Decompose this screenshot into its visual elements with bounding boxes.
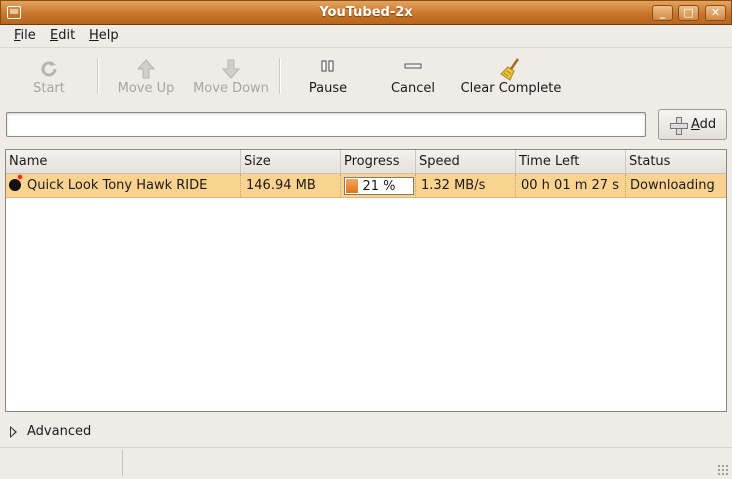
list-header: Name Size Progress Speed Time Left Statu… — [6, 150, 726, 174]
menu-help-rest: elp — [98, 28, 119, 43]
plus-icon — [670, 117, 688, 135]
progress-text: 21 % — [362, 179, 396, 194]
start-label: Start — [33, 81, 65, 96]
cell-size: 146.94 MB — [241, 174, 341, 198]
download-name: Quick Look Tony Hawk RIDE — [27, 178, 208, 193]
menu-edit[interactable]: Edit — [50, 28, 75, 43]
move-up-button[interactable]: Move Up — [112, 48, 180, 102]
move-down-button[interactable]: Move Down — [192, 48, 270, 102]
start-button[interactable]: Start — [22, 48, 76, 102]
toolbar-separator — [97, 58, 99, 94]
pause-icon — [321, 60, 334, 72]
arrow-down-icon — [221, 59, 241, 79]
cell-progress: 21 % — [341, 174, 416, 198]
clear-complete-label: Clear Complete — [460, 81, 562, 96]
arrow-up-icon — [136, 59, 156, 79]
toolbar: Start Move Up Move Down Pause Cancel Cle… — [0, 48, 732, 104]
window-title: YouTubed-2x — [319, 5, 413, 20]
menu-edit-mnemonic: E — [50, 28, 59, 43]
cell-time-left: 00 h 01 m 27 s — [516, 174, 626, 198]
minimize-button[interactable]: _ — [652, 5, 673, 21]
column-header-size[interactable]: Size — [241, 150, 341, 173]
maximize-button[interactable]: □ — [678, 5, 699, 21]
menu-file[interactable]: File — [14, 28, 36, 43]
menu-file-rest: ile — [20, 28, 36, 43]
minus-icon — [404, 63, 422, 69]
menu-help-mnemonic: H — [89, 28, 99, 43]
status-bar — [0, 447, 732, 479]
pause-label: Pause — [308, 81, 348, 96]
cell-status: Downloading — [630, 178, 715, 193]
menu-help[interactable]: Help — [89, 28, 119, 43]
title-bar[interactable]: YouTubed-2x _ □ ✕ — [0, 0, 732, 25]
expander-arrow-icon — [10, 426, 17, 438]
add-mnemonic: A — [691, 117, 700, 132]
broom-icon — [500, 58, 520, 81]
table-row[interactable]: Quick Look Tony Hawk RIDE 146.94 MB 21 %… — [6, 174, 726, 198]
column-header-time-left[interactable]: Time Left — [516, 150, 626, 173]
refresh-icon — [41, 61, 57, 77]
pause-button[interactable]: Pause — [298, 48, 358, 102]
column-header-status[interactable]: Status — [626, 150, 726, 173]
move-up-label: Move Up — [117, 81, 175, 96]
resize-grip-icon[interactable] — [717, 464, 729, 476]
status-segment — [0, 450, 123, 476]
url-input[interactable] — [6, 112, 646, 137]
cell-speed: 1.32 MB/s — [416, 174, 516, 198]
column-header-progress[interactable]: Progress — [341, 150, 416, 173]
advanced-label: Advanced — [27, 424, 92, 439]
downloads-list[interactable]: Name Size Progress Speed Time Left Statu… — [5, 149, 727, 412]
add-button[interactable]: Add — [658, 109, 727, 140]
menu-bar: File Edit Help — [0, 25, 732, 48]
bomb-icon — [9, 175, 22, 191]
toolbar-separator — [279, 58, 281, 94]
cancel-label: Cancel — [390, 81, 436, 96]
cancel-button[interactable]: Cancel — [385, 48, 441, 102]
move-down-label: Move Down — [193, 81, 269, 96]
clear-complete-button[interactable]: Clear Complete — [458, 48, 564, 102]
cell-name: Quick Look Tony Hawk RIDE — [6, 174, 241, 198]
menu-edit-rest: dit — [58, 28, 76, 43]
close-button[interactable]: ✕ — [705, 5, 726, 21]
add-label: Add — [691, 117, 716, 132]
add-rest: dd — [699, 117, 717, 132]
column-header-name[interactable]: Name — [6, 150, 241, 173]
progress-bar: 21 % — [344, 177, 414, 195]
column-header-speed[interactable]: Speed — [416, 150, 516, 173]
